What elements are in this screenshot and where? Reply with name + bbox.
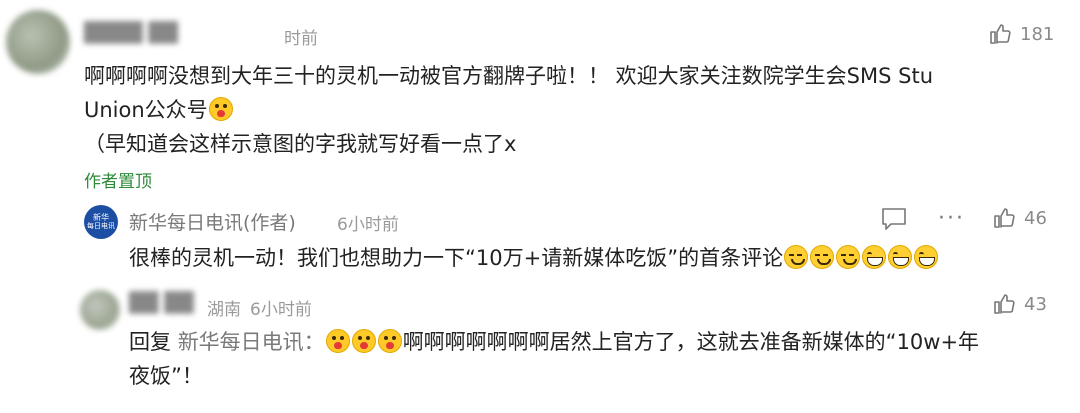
surprise-emoji [208,97,233,121]
comment-line: （早知道会这样示意图的字我就写好看一点了x [84,132,517,156]
comment-line: Union公众号 [84,93,1064,127]
like-count: 43 [1024,293,1047,315]
surprise-emoji [325,329,350,353]
grin-emoji [914,245,939,269]
avatar[interactable] [80,290,120,330]
location: 湖南 [207,300,241,320]
surprise-emoji [351,329,376,353]
avatar-label: 每日电讯 [87,222,115,230]
comment-icon [882,208,906,230]
avatar-label: 新华 [93,213,109,222]
reply-to-link[interactable]: 新华每日电讯： [178,330,325,354]
like-count: 181 [1020,23,1055,45]
reply-line: 夜饭”！ [129,364,203,388]
grin-emoji [862,245,887,269]
avatar[interactable]: 新华 每日电讯 [84,205,118,239]
pinned-label: 作者置顶 [84,172,152,192]
comment-line: 啊啊啊啊没想到大年三十的灵机一动被官方翻牌子啦！！ 欢迎大家关注数院学生会SMS… [84,64,933,88]
reply-text: 回复 新华每日电讯： 啊啊啊啊啊啊啊居然上官方了，这就去准备新媒体的“10w+年 … [129,325,1069,393]
reply-text: 很棒的灵机一动！我们也想助力一下“10万+请新媒体吃饭”的首条评论 [129,241,1069,275]
like-button[interactable]: 43 [992,292,1047,316]
more-icon: ··· [938,206,965,231]
timestamp: 6小时前 [250,300,312,320]
thumbs-up-icon [990,24,1011,44]
timestamp: 6小时前 [337,215,399,235]
sweat-emoji [836,245,861,269]
grin-emoji [888,245,913,269]
like-count: 46 [1024,207,1047,229]
sweat-emoji [784,245,809,269]
reply-prefix: 回复 [129,330,171,354]
username[interactable]: ██ ██ [129,292,194,314]
comment-button[interactable] [880,206,908,236]
like-button[interactable]: 181 [988,22,1054,46]
username[interactable]: 新华每日电讯(作者) [129,208,296,235]
timestamp: 时前 [284,29,318,49]
more-button[interactable]: ··· [938,206,965,231]
sweat-emoji [810,245,835,269]
username[interactable]: ████ ██ [84,22,178,44]
thumbs-up-icon [994,294,1015,314]
thumbs-up-icon [994,208,1015,228]
like-button[interactable]: 46 [992,206,1047,230]
surprise-emoji [377,329,402,353]
comment-text: 啊啊啊啊没想到大年三十的灵机一动被官方翻牌子啦！！ 欢迎大家关注数院学生会SMS… [84,59,1064,161]
avatar[interactable] [6,10,70,74]
reply-line: 回复 新华每日电讯： 啊啊啊啊啊啊啊居然上官方了，这就去准备新媒体的“10w+年 [129,329,980,354]
